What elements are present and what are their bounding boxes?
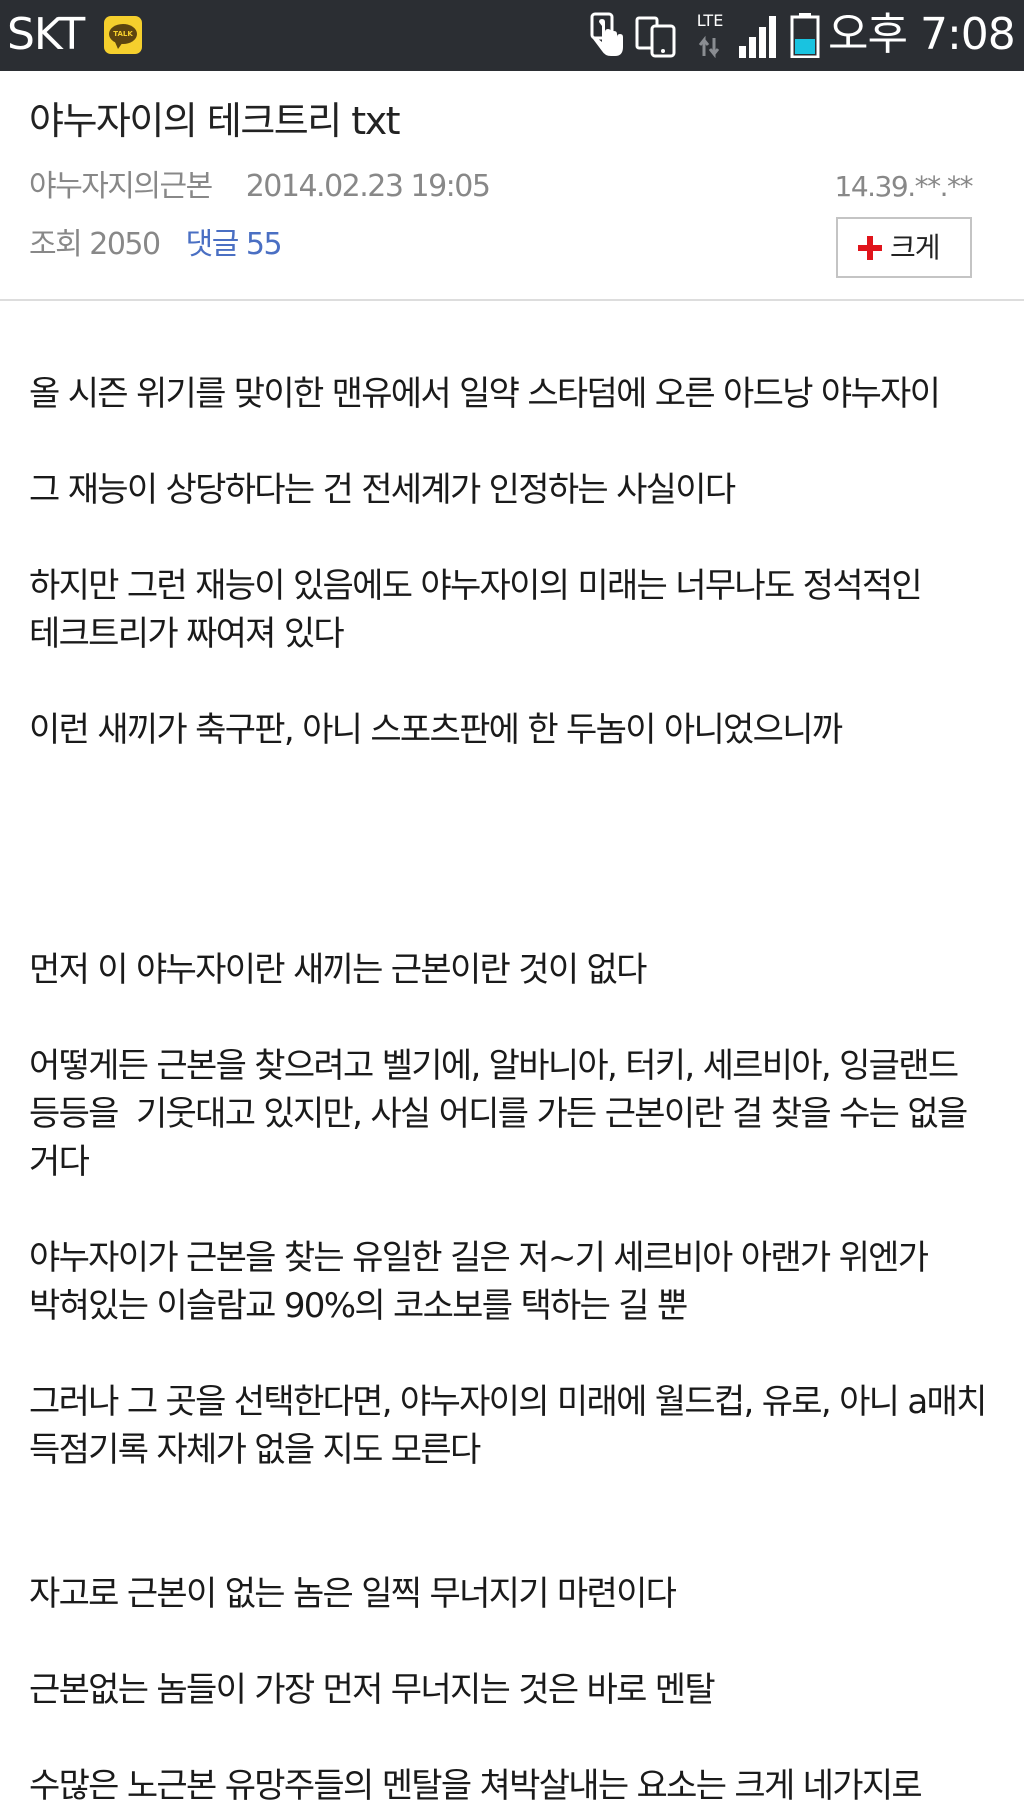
body-paragraph: 이런 새끼가 축구판, 아니 스포츠판에 한 두놈이 아니었으니까: [29, 710, 843, 750]
touch-icon: [588, 12, 626, 58]
plus-icon: [858, 236, 882, 260]
signal-icon: [738, 14, 778, 58]
battery-icon: [790, 12, 820, 59]
carrier-label: SKT: [7, 9, 85, 60]
zoom-label: 크게: [890, 231, 941, 264]
body-paragraph: 하지만 그런 재능이 있음에도 야누자이의 미래는 너무나도 정석적인 테크트리…: [29, 566, 931, 654]
views-label: 조회: [29, 227, 83, 262]
status-bar: SKT TALK LTE 오후 7:08: [0, 0, 1024, 71]
kakaotalk-label: TALK: [109, 24, 137, 49]
comments-count: 55: [245, 227, 283, 262]
post-body: 올 시즌 위기를 맞이한 맨유에서 일약 스타덤에 오른 아드낭 야누자이 그 …: [29, 370, 999, 1810]
post-title: 야누자이의 테크트리 txt: [29, 99, 401, 143]
post-header: 야누자이의 테크트리 txt 야누자지의근본 2014.02.23 19:05 1…: [0, 71, 1024, 301]
zoom-in-button[interactable]: 크게: [836, 217, 972, 278]
post-meta: 야누자지의근본 2014.02.23 19:05: [29, 168, 491, 206]
body-paragraph: 어떻게든 근본을 찾으려고 벨기에, 알바니아, 터키, 세르비아, 잉글랜드 …: [29, 1046, 976, 1182]
kakaotalk-icon: TALK: [104, 16, 142, 54]
body-paragraph: 근본없는 놈들이 가장 먼저 무너지는 것은 바로 멘탈: [29, 1670, 716, 1710]
body-paragraph: 올 시즌 위기를 맞이한 맨유에서 일약 스타덤에 오른 아드낭 야누자이: [29, 374, 941, 414]
author-ip: 14.39.**.**: [834, 170, 974, 203]
comments-label: 댓글: [185, 227, 240, 262]
body-paragraph: 자고로 근본이 없는 놈은 일찍 무너지기 마련이다: [29, 1574, 677, 1614]
body-paragraph: 야누자이가 근본을 찾는 유일한 길은 저~기 세르비아 아랜가 위엔가 박혀있…: [29, 1238, 937, 1326]
post-date: 2014.02.23 19:05: [245, 169, 491, 204]
body-paragraph: 먼저 이 야누자이란 새끼는 근본이란 것이 없다: [29, 950, 647, 990]
post-stats: 조회 2050 댓글 55: [29, 226, 283, 264]
body-paragraph: 그러나 그 곳을 선택한다면, 야누자이의 미래에 월드컵, 유로, 아니 a매…: [29, 1382, 995, 1470]
clock: 오후 7:08: [828, 9, 1016, 60]
body-paragraph: 수많은 노근본 유망주들의 멘탈을 쳐박살내는 요소는 크게 네가지로: [29, 1766, 923, 1806]
comments-link[interactable]: 댓글 55: [185, 227, 283, 262]
devices-icon: [634, 12, 678, 58]
author-name[interactable]: 야누자지의근본: [29, 169, 213, 204]
views-count: 2050: [89, 227, 161, 262]
lte-icon: LTE: [690, 12, 730, 58]
body-paragraph: 그 재능이 상당하다는 건 전세계가 인정하는 사실이다: [29, 470, 736, 510]
